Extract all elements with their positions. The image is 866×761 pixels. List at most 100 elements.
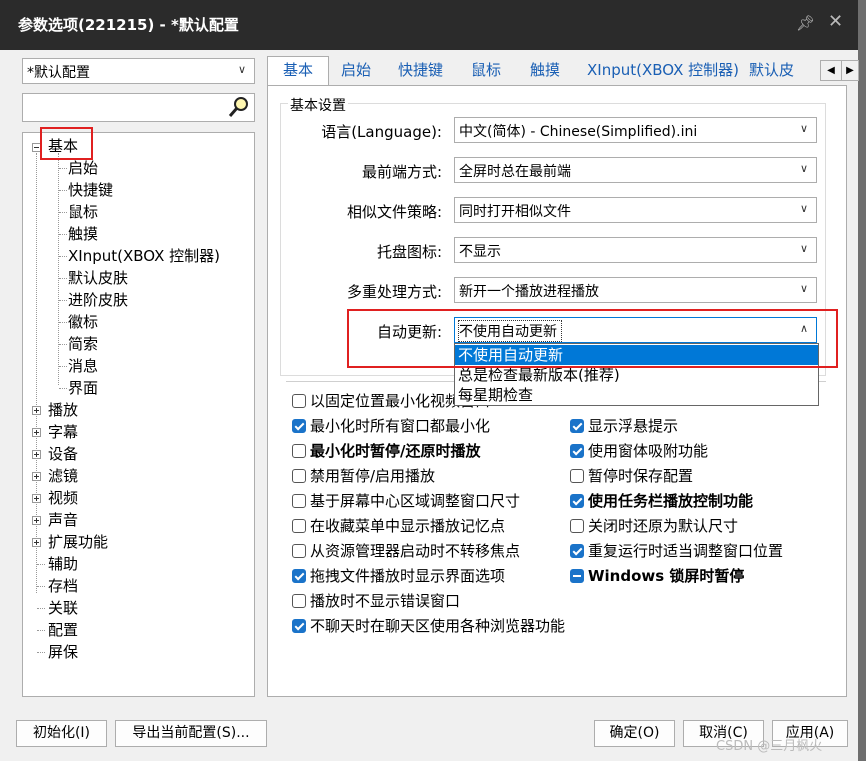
tray-icon-select[interactable]: 不显示 ∨ [454, 237, 817, 263]
tree-item-group[interactable]: 扩展功能 [48, 532, 108, 552]
option-checkbox[interactable]: 显示浮悬提示 [570, 416, 678, 436]
tab-hotkeys[interactable]: 快捷键 [398, 57, 443, 85]
tab-startup[interactable]: 启始 [341, 57, 371, 85]
checkbox-box[interactable] [570, 494, 584, 508]
checkbox-box[interactable] [292, 519, 306, 533]
option-checkbox[interactable]: 暂停时保存配置 [570, 466, 693, 486]
checkbox-box[interactable] [570, 544, 584, 558]
checkbox-box[interactable] [292, 419, 306, 433]
tree-line [59, 168, 67, 169]
search-icon[interactable] [228, 96, 250, 122]
checkbox-box[interactable] [292, 544, 306, 558]
tree-item-child[interactable]: XInput(XBOX 控制器) [68, 246, 220, 266]
option-checkbox[interactable]: 在收藏菜单中显示播放记忆点 [292, 516, 505, 536]
tree-item-group[interactable]: 字幕 [48, 422, 78, 442]
option-checkbox[interactable]: Windows 锁屏时暂停 [570, 566, 744, 586]
multi-process-value: 新开一个播放进程播放 [459, 284, 599, 300]
option-checkbox[interactable]: 最小化时所有窗口都最小化 [292, 416, 490, 436]
option-checkbox[interactable]: 基于屏幕中心区域调整窗口尺寸 [292, 491, 520, 511]
expand-icon[interactable] [32, 472, 41, 481]
checkbox-box[interactable] [292, 569, 306, 583]
checkbox-box[interactable] [292, 594, 306, 608]
checkbox-box[interactable] [570, 469, 584, 483]
tree-item-label: 声音 [48, 511, 79, 529]
tab-scroll-right-icon[interactable]: ▶ [841, 60, 859, 81]
checkbox-box[interactable] [292, 394, 306, 408]
expand-icon[interactable] [32, 494, 41, 503]
language-select[interactable]: 中文(简体) - Chinese(Simplified).ini ∨ [454, 117, 817, 143]
tree-line [36, 153, 37, 593]
tree-item-child[interactable]: 消息 [68, 356, 98, 376]
expand-icon[interactable] [32, 538, 41, 547]
tab-scroll-left-icon[interactable]: ◀ [820, 60, 842, 81]
expand-icon[interactable] [32, 406, 41, 415]
dropdown-option[interactable]: 每星期检查 [455, 385, 818, 405]
tree-item-group[interactable]: 视频 [48, 488, 78, 508]
init-button[interactable]: 初始化(I) [16, 720, 107, 747]
expand-icon[interactable] [32, 428, 41, 437]
tree-item-label: 辅助 [48, 555, 79, 573]
dropdown-option[interactable]: 总是检查最新版本(推荐) [455, 365, 818, 385]
tab-basic[interactable]: 基本 [267, 56, 329, 87]
tree-item-child[interactable]: 启始 [68, 158, 98, 178]
chevron-down-icon: ∨ [799, 122, 808, 135]
checkbox-label: 最小化时暂停/还原时播放 [310, 442, 481, 460]
tree-item-group[interactable]: 声音 [48, 510, 78, 530]
expand-icon[interactable] [32, 516, 41, 525]
export-config-button[interactable]: 导出当前配置(S)... [115, 720, 267, 747]
option-checkbox[interactable]: 重复运行时适当调整窗口位置 [570, 541, 783, 561]
similar-file-select[interactable]: 同时打开相似文件 ∨ [454, 197, 817, 223]
tree-item-group[interactable]: 设备 [48, 444, 78, 464]
close-icon[interactable]: ✕ [828, 11, 843, 32]
tab-touch[interactable]: 触摸 [530, 57, 560, 85]
pin-icon[interactable]: 📌︎ [796, 14, 815, 32]
checkbox-box[interactable] [570, 519, 584, 533]
expand-icon[interactable] [32, 450, 41, 459]
topmost-select[interactable]: 全屏时总在最前端 ∨ [454, 157, 817, 183]
option-checkbox[interactable]: 关闭时还原为默认尺寸 [570, 516, 738, 536]
ok-button[interactable]: 确定(O) [594, 720, 675, 747]
chevron-down-icon: ∨ [237, 63, 246, 76]
checkbox-box[interactable] [570, 419, 584, 433]
option-checkbox[interactable]: 最小化时暂停/还原时播放 [292, 441, 480, 461]
tree-item-group[interactable]: 滤镜 [48, 466, 78, 486]
tree-item-leaf[interactable]: 辅助 [48, 554, 78, 574]
multi-process-select[interactable]: 新开一个播放进程播放 ∨ [454, 277, 817, 303]
tree-item-leaf[interactable]: 屏保 [48, 642, 78, 662]
tree-item-group[interactable]: 播放 [48, 400, 78, 420]
tree-item-leaf[interactable]: 关联 [48, 598, 78, 618]
tree-item-child[interactable]: 鼠标 [68, 202, 98, 222]
tree-item-child[interactable]: 触摸 [68, 224, 98, 244]
checkbox-box[interactable] [292, 619, 306, 633]
option-checkbox[interactable]: 从资源管理器启动时不转移焦点 [292, 541, 520, 561]
tree-item-child[interactable]: 快捷键 [68, 180, 113, 200]
tree-item-leaf[interactable]: 存档 [48, 576, 78, 596]
option-checkbox[interactable]: 播放时不显示错误窗口 [292, 591, 460, 611]
tree-item-child[interactable]: 默认皮肤 [68, 268, 128, 288]
tree-item-child[interactable]: 界面 [68, 378, 98, 398]
checkbox-box[interactable] [570, 569, 584, 583]
tree-item-label: 字幕 [48, 423, 79, 441]
settings-tree: 基本 启始 快捷键 鼠标 触摸 XInput(XBOX 控制器) 默认皮肤 进阶皮肤 徽标 简索消… [22, 132, 255, 697]
checkbox-box[interactable] [292, 469, 306, 483]
tab-xinput[interactable]: XInput(XBOX 控制器) [587, 57, 739, 85]
option-checkbox[interactable]: 使用窗体吸附功能 [570, 441, 708, 461]
tree-item-child[interactable]: 徽标 [68, 312, 98, 332]
tree-line [37, 586, 45, 587]
checkbox-label: 拖拽文件播放时显示界面选项 [310, 567, 506, 585]
option-checkbox[interactable]: 不聊天时在聊天区使用各种浏览器功能 [292, 616, 565, 636]
checkbox-box[interactable] [292, 444, 306, 458]
option-checkbox[interactable]: 使用任务栏播放控制功能 [570, 491, 753, 511]
profile-select[interactable]: *默认配置 ∨ [22, 58, 255, 84]
tree-item-label: 快捷键 [68, 181, 114, 199]
tree-item-child[interactable]: 进阶皮肤 [68, 290, 128, 310]
search-input[interactable] [22, 93, 255, 122]
tab-default-skin[interactable]: 默认皮 [749, 57, 794, 85]
option-checkbox[interactable]: 拖拽文件播放时显示界面选项 [292, 566, 505, 586]
option-checkbox[interactable]: 禁用暂停/启用播放 [292, 466, 435, 486]
checkbox-box[interactable] [292, 494, 306, 508]
tab-mouse[interactable]: 鼠标 [471, 57, 501, 85]
checkbox-box[interactable] [570, 444, 584, 458]
tree-item-leaf[interactable]: 配置 [48, 620, 78, 640]
tree-item-child[interactable]: 简索 [68, 334, 98, 354]
